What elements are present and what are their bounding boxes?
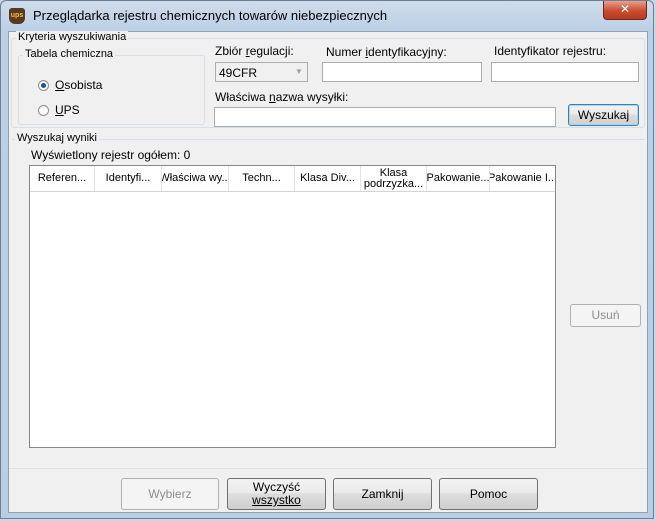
column-header-technical[interactable]: Techn... <box>229 166 295 191</box>
search-results-legend: Wyszukaj wyniki <box>15 132 99 144</box>
registry-id-input[interactable] <box>491 62 639 82</box>
column-header-shipping-name[interactable]: Właściwa wy... <box>162 166 229 191</box>
shipping-name-label: Właściwa nazwa wysyłki: <box>215 90 349 104</box>
column-header-packing[interactable]: Pakowanie... <box>427 166 490 191</box>
search-criteria-legend: Kryteria wyszukiwania <box>16 31 129 43</box>
ups-logo-icon: ups <box>9 8 25 24</box>
help-button[interactable]: Pomoc <box>439 478 538 510</box>
column-header-packing-instructions[interactable]: Pakowanie I... <box>490 166 555 191</box>
clear-all-button[interactable]: Wyczyść wszystko <box>227 478 326 510</box>
id-number-input[interactable] <box>322 62 482 82</box>
close-window-button[interactable]: ✕ <box>603 1 647 20</box>
chevron-down-icon: ▼ <box>295 67 303 76</box>
registry-id-label: Identyfikator rejestru: <box>494 44 607 58</box>
radio-ups[interactable] <box>38 105 49 116</box>
column-header-identifier[interactable]: Identyfi... <box>95 166 162 191</box>
remove-button[interactable]: Usuń <box>570 304 641 327</box>
clear-all-label-line2: wszystko <box>252 493 301 507</box>
column-header-subsidiary-class[interactable]: Klasa podrzyzka... <box>361 166 427 191</box>
select-button[interactable]: Wybierz <box>121 478 219 510</box>
footer-separator <box>9 468 647 469</box>
dialog-client-area: Kryteria wyszukiwania Tabela chemiczna O… <box>8 31 648 513</box>
regulation-value: 49CFR <box>219 66 258 80</box>
chemical-table-legend: Tabela chemiczna <box>23 48 116 60</box>
search-button[interactable]: Wyszukaj <box>568 104 639 126</box>
window-title: Przeglądarka rejestru chemicznych towaró… <box>33 8 388 23</box>
shipping-name-input[interactable] <box>214 107 556 127</box>
radio-personal[interactable] <box>38 80 49 91</box>
radio-ups-label[interactable]: UPS <box>55 103 80 117</box>
result-count: Wyświetlony rejestr ogółem: 0 <box>31 148 191 162</box>
id-number-label: Numer identyfikacyjny: <box>326 45 447 59</box>
column-header-class-division[interactable]: Klasa Div... <box>295 166 361 191</box>
results-list-header: Referen... Identyfi... Właściwa wy... Te… <box>30 166 555 192</box>
title-bar: ups Przeglądarka rejestru chemicznych to… <box>1 1 653 31</box>
radio-personal-label[interactable]: Osobista <box>55 78 102 92</box>
close-button[interactable]: Zamknij <box>333 478 432 510</box>
column-header-reference[interactable]: Referen... <box>30 166 95 191</box>
results-list[interactable]: Referen... Identyfi... Właściwa wy... Te… <box>29 165 556 448</box>
regulation-label: Zbiór regulacji: <box>215 44 294 58</box>
regulation-select[interactable]: 49CFR ▼ <box>215 62 308 82</box>
main-window: ups Przeglądarka rejestru chemicznych to… <box>0 0 654 519</box>
results-separator <box>11 139 645 140</box>
